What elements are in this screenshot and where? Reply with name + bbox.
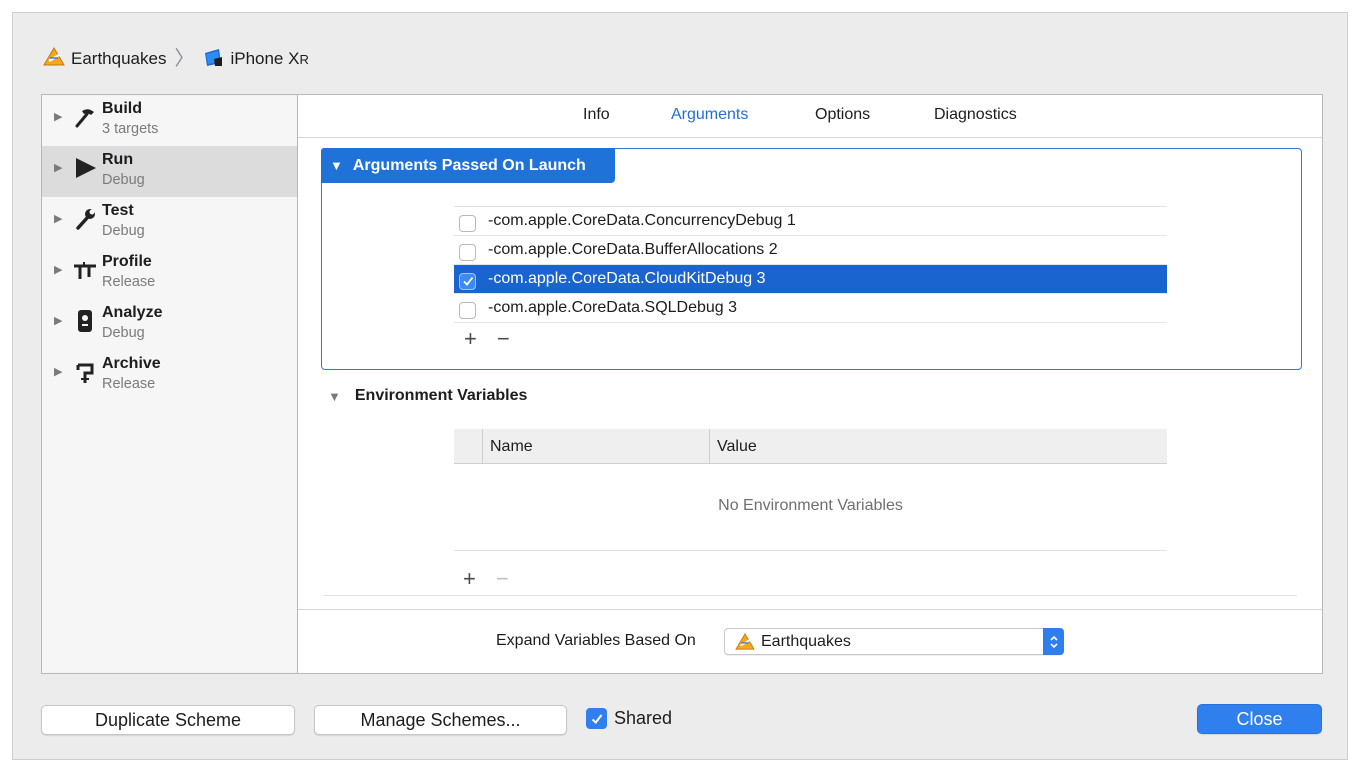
shared-checkbox[interactable]: Shared bbox=[586, 708, 672, 729]
arguments-section-header[interactable]: ▼ Arguments Passed On Launch bbox=[321, 148, 615, 183]
expand-variables-label: Expand Variables Based On bbox=[496, 632, 696, 649]
scheme-action-sidebar: ▶ Build 3 targets ▶ Run Debug ▶ Test Deb… bbox=[41, 94, 297, 674]
analyze-icon bbox=[70, 307, 100, 335]
argument-checkbox[interactable] bbox=[459, 243, 476, 261]
column-header-value[interactable]: Value bbox=[709, 429, 1167, 464]
environment-section-header[interactable]: ▼ Environment Variables bbox=[328, 387, 527, 405]
environment-add-remove: + − bbox=[463, 568, 509, 590]
argument-checkbox[interactable] bbox=[459, 272, 476, 290]
sidebar-item-label: Run bbox=[102, 151, 134, 168]
remove-variable-button[interactable]: − bbox=[496, 568, 509, 590]
caliper-icon bbox=[70, 256, 100, 284]
sidebar-item-sublabel: 3 targets bbox=[102, 121, 159, 137]
breadcrumb-device[interactable]: iPhone XR bbox=[202, 47, 309, 72]
close-button[interactable]: Close bbox=[1197, 704, 1322, 734]
sidebar-item-run[interactable]: ▶ Run Debug bbox=[42, 146, 297, 197]
checkmark-icon bbox=[462, 276, 473, 286]
checkbox-checked-icon bbox=[586, 708, 607, 729]
add-argument-button[interactable]: + bbox=[464, 328, 477, 350]
disclosure-triangle-down-icon: ▼ bbox=[328, 388, 341, 404]
chevron-right-icon: 〉 bbox=[174, 48, 195, 70]
scheme-detail-panel: Info Arguments Options Diagnostics ▼ Arg… bbox=[297, 94, 1323, 674]
popup-stepper-icon bbox=[1043, 628, 1064, 655]
disclosure-triangle-icon[interactable]: ▶ bbox=[54, 314, 66, 327]
xcode-app-icon bbox=[43, 46, 65, 72]
sidebar-item-label: Test bbox=[102, 202, 134, 219]
add-variable-button[interactable]: + bbox=[463, 568, 476, 590]
column-header-name[interactable]: Name bbox=[482, 429, 709, 464]
empty-state-text: No Environment Variables bbox=[718, 497, 903, 514]
sidebar-item-build[interactable]: ▶ Build 3 targets bbox=[42, 95, 297, 146]
disclosure-triangle-icon[interactable]: ▶ bbox=[54, 110, 66, 123]
breadcrumb-device-label: iPhone XR bbox=[230, 49, 310, 68]
hammer-icon bbox=[70, 103, 100, 131]
wrench-icon bbox=[70, 205, 100, 233]
xcode-app-icon bbox=[735, 632, 755, 651]
sidebar-item-sublabel: Release bbox=[102, 274, 156, 290]
tab-bar: Info Arguments Options Diagnostics bbox=[298, 95, 1322, 138]
breadcrumb-project-label: Earthquakes bbox=[71, 49, 167, 68]
divider bbox=[324, 595, 1297, 596]
sidebar-item-test[interactable]: ▶ Test Debug bbox=[42, 197, 297, 248]
argument-row[interactable]: -com.apple.CoreData.BufferAllocations 2 bbox=[454, 236, 1167, 265]
remove-argument-button[interactable]: − bbox=[497, 328, 510, 350]
sidebar-item-sublabel: Debug bbox=[102, 172, 145, 188]
sidebar-item-label: Archive bbox=[102, 355, 161, 372]
sidebar-item-sublabel: Debug bbox=[102, 223, 145, 239]
argument-checkbox[interactable] bbox=[459, 301, 476, 319]
sidebar-item-label: Profile bbox=[102, 253, 152, 270]
scheme-editor-window: Earthquakes 〉 iPhone XR ▶ Build 3 target… bbox=[12, 12, 1348, 760]
argument-row[interactable]: -com.apple.CoreData.ConcurrencyDebug 1 bbox=[454, 207, 1167, 236]
manage-schemes-button[interactable]: Manage Schemes... bbox=[314, 705, 567, 735]
argument-checkbox[interactable] bbox=[459, 214, 476, 232]
play-icon bbox=[70, 154, 100, 182]
expand-variables-value: Earthquakes bbox=[761, 632, 851, 650]
shared-label: Shared bbox=[614, 708, 673, 728]
tab-diagnostics[interactable]: Diagnostics bbox=[934, 106, 1017, 124]
sidebar-item-sublabel: Debug bbox=[102, 325, 145, 341]
tab-arguments[interactable]: Arguments bbox=[671, 106, 748, 124]
sidebar-item-sublabel: Release bbox=[102, 376, 156, 392]
sidebar-item-analyze[interactable]: ▶ Analyze Debug bbox=[42, 299, 297, 350]
archive-icon bbox=[70, 358, 100, 386]
expand-variables-popup[interactable]: Earthquakes bbox=[724, 628, 1064, 655]
breadcrumb-project[interactable]: Earthquakes bbox=[43, 46, 167, 72]
tab-options[interactable]: Options bbox=[815, 106, 870, 124]
sidebar-item-profile[interactable]: ▶ Profile Release bbox=[42, 248, 297, 299]
argument-row[interactable]: -com.apple.CoreData.CloudKitDebug 3 bbox=[454, 265, 1167, 294]
arguments-section-title: Arguments Passed On Launch bbox=[352, 156, 586, 174]
sidebar-item-label: Analyze bbox=[102, 304, 163, 321]
sidebar-item-archive[interactable]: ▶ Archive Release bbox=[42, 350, 297, 401]
disclosure-triangle-icon[interactable]: ▶ bbox=[54, 161, 66, 174]
expand-variables-row: Expand Variables Based On Earthquakes bbox=[298, 609, 1322, 674]
duplicate-scheme-button[interactable]: Duplicate Scheme bbox=[41, 705, 295, 735]
sidebar-item-label: Build bbox=[102, 100, 142, 117]
environment-table: Name Value No Environment Variables bbox=[454, 429, 1167, 551]
environment-section-title: Environment Variables bbox=[354, 387, 528, 404]
breadcrumb: Earthquakes 〉 iPhone XR bbox=[43, 45, 309, 73]
arguments-section: ▼ Arguments Passed On Launch -com.apple.… bbox=[321, 148, 1302, 370]
disclosure-triangle-icon[interactable]: ▶ bbox=[54, 263, 66, 276]
argument-text: -com.apple.CoreData.CloudKitDebug 3 bbox=[488, 270, 766, 287]
arguments-add-remove: + − bbox=[464, 328, 510, 350]
argument-text: -com.apple.CoreData.ConcurrencyDebug 1 bbox=[488, 212, 796, 229]
argument-text: -com.apple.CoreData.BufferAllocations 2 bbox=[488, 241, 778, 258]
disclosure-triangle-icon[interactable]: ▶ bbox=[54, 365, 66, 378]
arguments-list: -com.apple.CoreData.ConcurrencyDebug 1 -… bbox=[454, 206, 1167, 323]
tab-info[interactable]: Info bbox=[583, 106, 610, 124]
disclosure-triangle-down-icon: ▼ bbox=[330, 158, 343, 173]
argument-text: -com.apple.CoreData.SQLDebug 3 bbox=[488, 299, 738, 316]
argument-row[interactable]: -com.apple.CoreData.SQLDebug 3 bbox=[454, 294, 1167, 323]
iphone-device-icon bbox=[202, 47, 224, 72]
disclosure-triangle-icon[interactable]: ▶ bbox=[54, 212, 66, 225]
environment-table-header: Name Value bbox=[454, 429, 1167, 464]
